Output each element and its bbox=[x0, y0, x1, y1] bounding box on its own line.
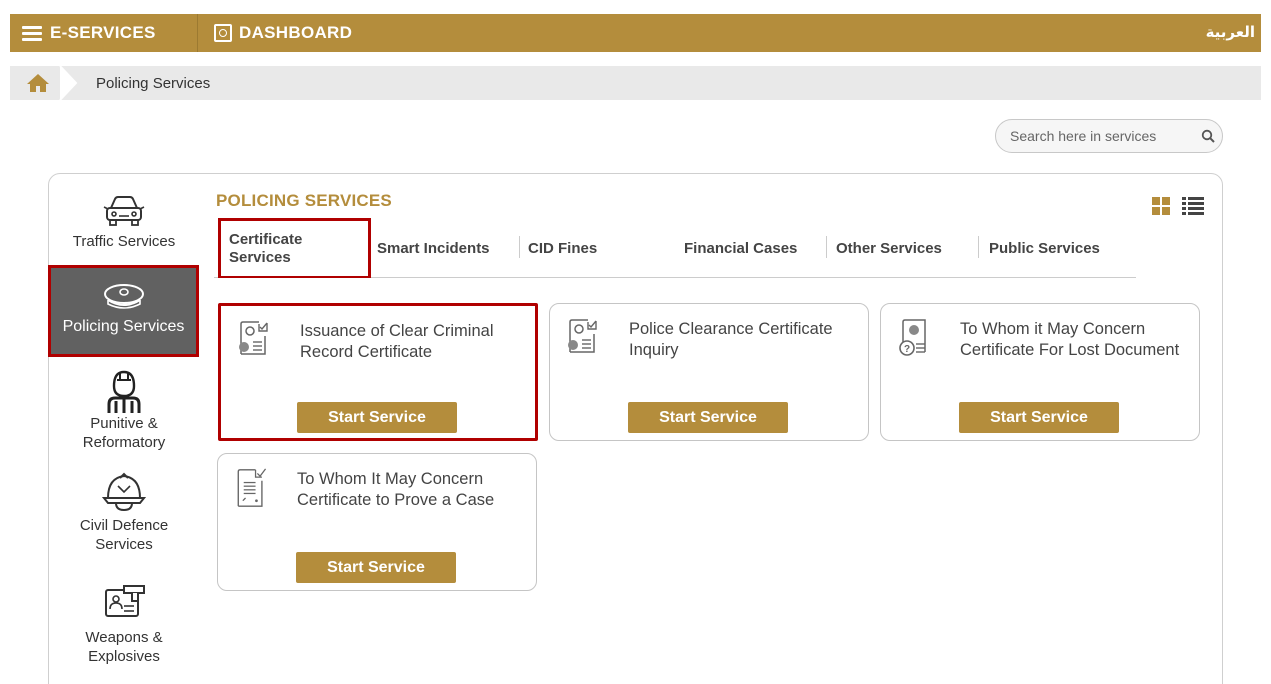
grid-view-icon[interactable] bbox=[1152, 197, 1170, 215]
sidebar-item-label: Weapons & Explosives bbox=[85, 629, 163, 665]
sidebar-item-label: Civil Defence Services bbox=[79, 517, 169, 553]
tab-label: Certificate Services bbox=[229, 230, 303, 266]
breadcrumb: Policing Services bbox=[10, 66, 1261, 100]
service-card-title: To Whom it May Concern Certificate For L… bbox=[960, 320, 1180, 359]
dashboard-icon bbox=[214, 24, 232, 42]
dashboard-label: DASHBOARD bbox=[239, 23, 353, 42]
start-service-button[interactable]: Start Service bbox=[959, 402, 1119, 433]
services-panel: Traffic Services Policing Services Punit… bbox=[48, 173, 1223, 684]
hamburger-menu-icon bbox=[22, 25, 44, 41]
service-card-title: Issuance of Clear Criminal Record Certif… bbox=[300, 322, 494, 361]
tab-other-services[interactable]: Other Services bbox=[836, 218, 942, 278]
fingerprint-certificate-icon bbox=[239, 321, 268, 355]
start-service-button[interactable]: Start Service bbox=[296, 552, 456, 583]
sidebar-item-label: Traffic Services bbox=[72, 233, 176, 250]
service-card-title: Police Clearance Certificate Inquiry bbox=[629, 320, 833, 359]
tab-financial-cases[interactable]: Financial Cases bbox=[684, 218, 797, 278]
breadcrumb-current[interactable]: Policing Services bbox=[96, 75, 210, 92]
service-search-box[interactable]: Search here in services bbox=[995, 119, 1223, 153]
lost-document-certificate-icon: ? bbox=[899, 319, 926, 356]
start-service-button[interactable]: Start Service bbox=[628, 402, 788, 433]
eservices-menu-button[interactable]: E-SERVICES bbox=[10, 14, 198, 52]
fingerprint-certificate-icon bbox=[568, 319, 597, 353]
service-card[interactable]: Issuance of Clear Criminal Record Certif… bbox=[218, 303, 538, 441]
tab-label: Financial Cases bbox=[684, 239, 798, 257]
service-tabs: Certificate Services Smart Incidents CID… bbox=[214, 218, 1136, 278]
section-title: POLICING SERVICES bbox=[216, 191, 392, 210]
firefighter-helmet-icon bbox=[102, 472, 146, 512]
tab-label: CID Fines bbox=[528, 239, 598, 257]
svg-text:?: ? bbox=[904, 344, 910, 355]
sidebar-item-policing-services[interactable]: Policing Services bbox=[48, 265, 199, 357]
prisoner-icon bbox=[107, 370, 141, 413]
tab-smart-incidents[interactable]: Smart Incidents bbox=[377, 218, 490, 278]
eservices-label: E-SERVICES bbox=[50, 23, 156, 42]
language-toggle-link[interactable]: العربية bbox=[1206, 23, 1255, 41]
top-navigation-bar: E-SERVICES DASHBOARD العربية bbox=[10, 14, 1261, 52]
sidebar-item-civil-defence-services[interactable]: Civil Defence Services bbox=[49, 472, 199, 554]
sidebar-item-weapons-explosives[interactable]: Weapons & Explosives bbox=[49, 584, 199, 666]
tab-label: Public Services bbox=[989, 239, 1100, 257]
dashboard-button[interactable]: DASHBOARD bbox=[198, 14, 352, 52]
search-icon[interactable] bbox=[1194, 129, 1222, 143]
sidebar-item-label: Policing Services bbox=[62, 318, 185, 335]
breadcrumb-separator-icon bbox=[59, 66, 78, 100]
search-input[interactable]: Search here in services bbox=[1010, 128, 1194, 144]
service-card-title: To Whom It May Concern Certificate to Pr… bbox=[297, 470, 495, 509]
signed-document-icon bbox=[237, 468, 267, 507]
list-view-icon[interactable] bbox=[1182, 197, 1204, 215]
start-service-button[interactable]: Start Service bbox=[297, 402, 457, 433]
tab-label: Smart Incidents bbox=[377, 239, 490, 257]
police-cap-icon bbox=[103, 284, 144, 309]
sidebar-item-punitive-reformatory[interactable]: Punitive & Reformatory bbox=[49, 370, 199, 452]
weapon-license-icon bbox=[105, 585, 145, 617]
tab-cid-fines[interactable]: CID Fines bbox=[528, 218, 597, 278]
tab-label: Other Services bbox=[836, 239, 942, 257]
service-card[interactable]: ? To Whom it May Concern Certificate For… bbox=[880, 303, 1200, 441]
car-icon bbox=[103, 196, 145, 226]
tab-public-services[interactable]: Public Services bbox=[989, 218, 1100, 278]
sidebar-item-traffic-services[interactable]: Traffic Services bbox=[49, 194, 199, 251]
tab-certificate-services[interactable]: Certificate Services bbox=[218, 218, 371, 278]
service-card[interactable]: To Whom It May Concern Certificate to Pr… bbox=[217, 453, 537, 591]
service-card[interactable]: Police Clearance Certificate Inquiry Sta… bbox=[549, 303, 869, 441]
sidebar-item-label: Punitive & Reformatory bbox=[82, 415, 166, 451]
